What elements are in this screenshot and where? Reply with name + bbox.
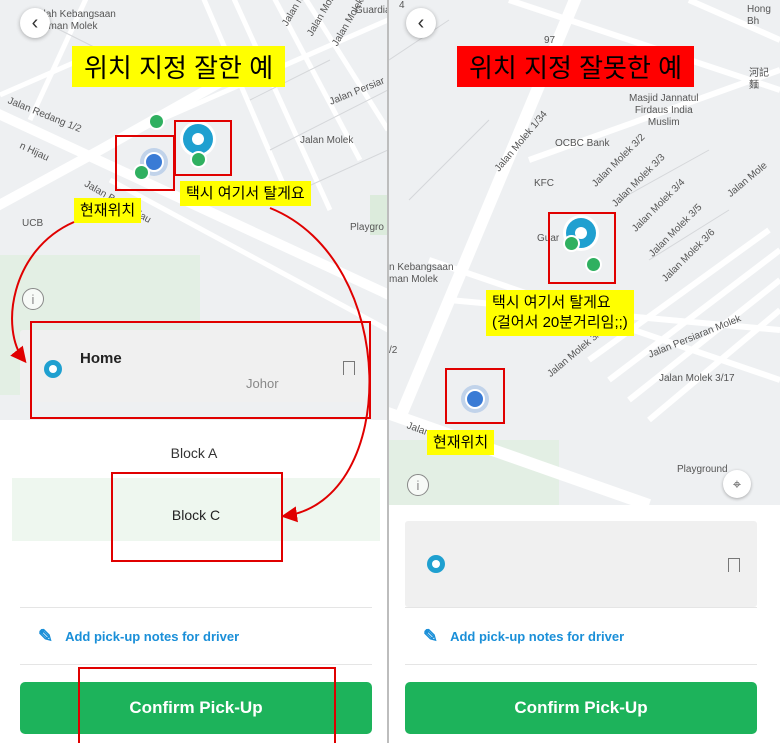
map-label-playground: Playgro xyxy=(350,222,384,233)
add-notes-link[interactable]: ✎ Add pick-up notes for driver xyxy=(423,626,624,647)
divider xyxy=(405,607,757,608)
map-label-hokkien: 河記 麵 xyxy=(749,68,769,91)
back-button[interactable]: ‹ xyxy=(406,8,436,38)
good-example-title: 위치 지정 잘한 예 xyxy=(72,46,286,87)
info-icon[interactable]: i xyxy=(407,474,429,496)
map-label-ocbc: OCBC Bank xyxy=(555,138,610,149)
pencil-icon: ✎ xyxy=(38,626,54,646)
locate-me-button[interactable]: ⌖ xyxy=(723,470,751,498)
pickup-here-line1: 택시 여기서 탈게요 xyxy=(492,294,611,311)
add-notes-label: Add pick-up notes for driver xyxy=(450,629,625,644)
pickup-pin-highlight xyxy=(174,120,232,176)
good-example-panel: olah Kebangsaan Taman Molek Jalan Redang… xyxy=(0,0,388,743)
divider xyxy=(20,664,372,665)
current-location-note: 현재위치 xyxy=(74,198,142,223)
map-label-2: /2 xyxy=(389,345,398,356)
pickup-here-note: 택시 여기서 탈게요 (걸어서 20분거리임;;) xyxy=(486,290,634,336)
option-block-a[interactable]: Block A xyxy=(0,445,388,461)
current-location-highlight xyxy=(445,368,505,424)
block-c-highlight xyxy=(111,472,283,562)
bookmark-icon[interactable] xyxy=(728,558,740,572)
crosshair-icon: ⌖ xyxy=(732,475,742,493)
map-label-mosque: Masjid Jannatul Firdaus India Muslim xyxy=(629,93,699,128)
map-label-molek3-17: Jalan Molek 3/17 xyxy=(659,373,735,384)
back-button[interactable]: ‹ xyxy=(20,8,50,38)
pickup-pin-highlight xyxy=(548,212,616,284)
current-location-note: 현재위치 xyxy=(427,430,495,455)
bad-example-title: 위치 지정 잘못한 예 xyxy=(457,46,695,87)
map-label-ucb: UCB xyxy=(22,218,44,229)
confirm-pickup-button[interactable]: Confirm Pick-Up xyxy=(405,682,757,734)
location-pin-icon xyxy=(427,555,445,573)
confirm-highlight xyxy=(78,667,336,743)
divider xyxy=(405,664,757,665)
add-notes-label: Add pick-up notes for driver xyxy=(65,629,240,644)
pencil-icon: ✎ xyxy=(423,626,439,646)
info-icon[interactable]: i xyxy=(22,288,44,310)
bad-example-panel: 4 97 Hong Bh 河記 麵 Masjid Jannatul Firdau… xyxy=(389,0,780,743)
chevron-left-icon: ‹ xyxy=(31,11,39,34)
map-label-guardian: Guardian xyxy=(355,5,388,16)
add-notes-link[interactable]: ✎ Add pick-up notes for driver xyxy=(38,626,239,647)
map-label-4: 4 xyxy=(399,0,405,11)
map-label-molek-b: Jalan Molek xyxy=(300,135,354,146)
pickup-here-note: 택시 여기서 탈게요 xyxy=(180,181,311,206)
divider xyxy=(20,607,372,608)
map-view[interactable]: 4 97 Hong Bh 河記 麵 Masjid Jannatul Firdau… xyxy=(389,0,780,505)
map-label-kebangsaan: n Kebangsaan man Molek xyxy=(389,262,454,285)
chevron-left-icon: ‹ xyxy=(417,11,425,34)
map-label-hong: Hong Bh xyxy=(747,4,771,27)
current-location-highlight xyxy=(115,135,175,191)
map-label-playground: Playground xyxy=(677,464,728,475)
nearby-driver-marker xyxy=(148,113,165,130)
map-label-kfc: KFC xyxy=(534,178,554,189)
pickup-here-line2: (걸어서 20분거리임;;) xyxy=(492,314,628,331)
card-highlight xyxy=(30,321,371,419)
saved-place-card[interactable] xyxy=(405,521,757,607)
